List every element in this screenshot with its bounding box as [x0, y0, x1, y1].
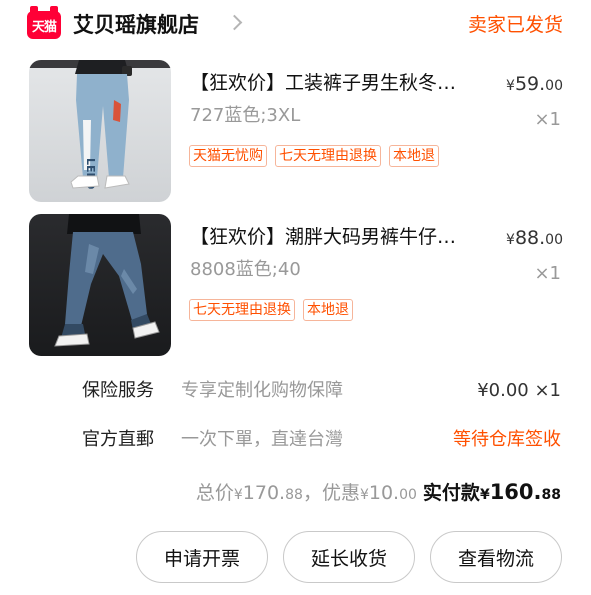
total-integer: 170.: [242, 482, 286, 504]
paid-label: 实付款: [422, 482, 480, 504]
shipping-desc: 一次下單，直達台灣: [181, 429, 343, 450]
service-tag: 本地退: [389, 145, 439, 167]
insurance-value: ¥0.00 ×1: [477, 380, 561, 401]
product-sku: 8808蓝色;40: [190, 259, 301, 280]
total-decimal: 88: [285, 487, 303, 503]
product-title[interactable]: 【狂欢价】工装裤子男生秋冬季男款宽松直筒休闲长裤: [190, 70, 475, 96]
price-decimal: 00: [545, 78, 563, 94]
shop-name[interactable]: 艾贝瑶旗舰店: [73, 11, 199, 39]
price-currency: ¥: [506, 78, 515, 94]
insurance-desc: 专享定制化购物保障: [181, 380, 343, 401]
discount-currency: ¥: [359, 487, 369, 503]
service-tag: 天猫无忧购: [189, 145, 267, 167]
total-currency: ¥: [233, 487, 243, 503]
paid-currency: ¥: [479, 487, 490, 503]
product-quantity: ×1: [534, 263, 561, 284]
chevron-right-icon[interactable]: [226, 14, 243, 31]
price-currency: ¥: [506, 232, 515, 248]
order-actions: 申请开票 延长收货 查看物流: [136, 531, 562, 583]
service-tags: 天猫无忧购 七天无理由退换 本地退: [189, 145, 439, 167]
product-sku: 727蓝色;3XL: [190, 105, 301, 126]
shipping-row[interactable]: 官方直郵 一次下單，直達台灣 等待仓库签收: [0, 425, 591, 455]
paid-integer: 160.: [489, 480, 542, 504]
shipping-label: 官方直郵: [82, 429, 154, 450]
view-logistics-button[interactable]: 查看物流: [430, 531, 562, 583]
service-tag: 本地退: [303, 299, 353, 321]
price-integer: 59.: [514, 73, 546, 95]
product-title[interactable]: 【狂欢价】潮胖大码男裤牛仔裤束脚宽松九分裤: [190, 224, 475, 250]
price-decimal: 00: [545, 232, 563, 248]
total-label: 总价: [195, 482, 234, 504]
extend-receipt-button[interactable]: 延长收货: [283, 531, 415, 583]
product-image[interactable]: LEEO: [29, 60, 171, 202]
insurance-row[interactable]: 保险服务 专享定制化购物保障 ¥0.00 ×1: [0, 376, 591, 406]
discount-decimal: 00: [399, 487, 417, 503]
order-status: 卖家已发货: [467, 14, 563, 36]
service-tag: 七天无理由退换: [189, 299, 295, 321]
request-invoice-button[interactable]: 申请开票: [136, 531, 268, 583]
insurance-label: 保险服务: [82, 380, 154, 401]
product-price: ¥88.00: [506, 226, 563, 252]
shop-header: 天猫 艾贝瑶旗舰店 卖家已发货: [0, 0, 591, 50]
order-item[interactable]: 【狂欢价】潮胖大码男裤牛仔裤束脚宽松九分裤 ¥88.00 8808蓝色;40 ×…: [0, 214, 591, 360]
shipping-status: 等待仓库签收: [453, 429, 561, 450]
price-integer: 88.: [514, 227, 546, 249]
paid-decimal: 88: [541, 487, 561, 503]
product-quantity: ×1: [534, 109, 561, 130]
service-tags: 七天无理由退换 本地退: [189, 299, 353, 321]
order-totals: 总价¥170.88，优惠¥10.00 实付款¥160.88: [196, 477, 561, 510]
discount-integer: 10.: [368, 482, 400, 504]
product-image[interactable]: [29, 214, 171, 356]
discount-label: ，优惠: [302, 482, 360, 504]
tmall-logo-icon: 天猫: [27, 6, 61, 39]
product-price: ¥59.00: [506, 72, 563, 98]
order-item[interactable]: LEEO 【狂欢价】工装裤子男生秋冬季男款宽松直筒休闲长裤 ¥59.00 727…: [0, 60, 591, 206]
tmall-logo-text: 天猫: [31, 19, 57, 35]
service-tag: 七天无理由退换: [275, 145, 381, 167]
